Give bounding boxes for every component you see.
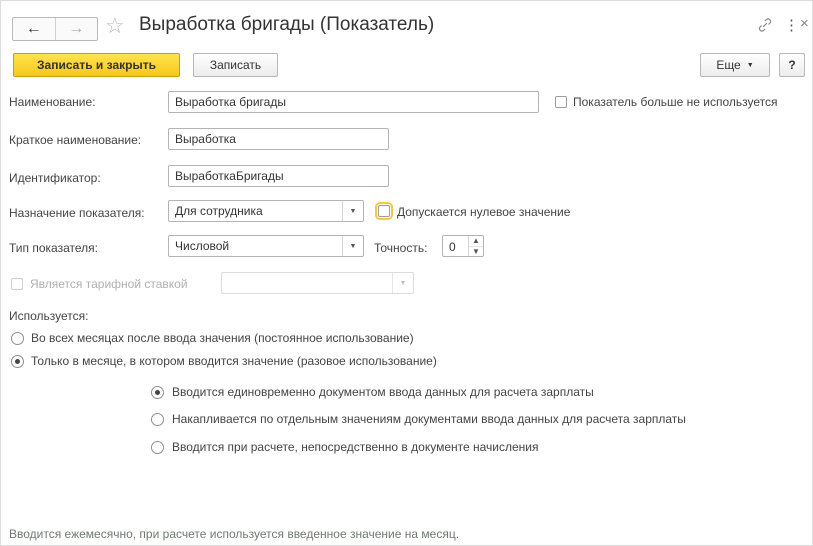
forward-button[interactable]: → (54, 18, 98, 40)
usage-heading: Используется: (9, 309, 89, 323)
radio-sub-accumulated[interactable] (151, 413, 164, 426)
favorite-star-icon[interactable]: ☆ (105, 13, 125, 39)
precision-value: 0 (449, 240, 456, 254)
close-icon[interactable]: × (800, 15, 809, 32)
precision-stepper[interactable]: 0 ▲ ▼ (442, 235, 484, 257)
footnote-text: Вводится ежемесячно, при расчете использ… (9, 527, 460, 541)
page-title: Выработка бригады (Показатель) (139, 14, 435, 35)
radio-one-month[interactable] (11, 355, 24, 368)
purpose-label: Назначение показателя: (9, 206, 145, 220)
identifier-input[interactable]: ВыработкаБригады (168, 165, 389, 187)
purpose-value: Для сотрудника (175, 204, 263, 218)
radio-all-months[interactable] (11, 332, 24, 345)
radio-all-months-label: Во всех месяцах после ввода значения (по… (31, 331, 414, 345)
chevron-down-icon[interactable]: ▼ (342, 201, 363, 221)
tariff-checkbox[interactable] (11, 278, 23, 290)
radio-one-month-label: Только в месяце, в котором вводится знач… (31, 354, 437, 368)
type-value: Числовой (175, 239, 230, 253)
short-name-input[interactable]: Выработка (168, 128, 389, 150)
stepper-buttons: ▲ ▼ (468, 236, 483, 256)
save-and-close-label: Записать и закрыть (37, 58, 156, 72)
short-name-label: Краткое наименование: (9, 133, 142, 147)
tariff-select[interactable]: ▼ (221, 272, 414, 294)
help-button[interactable]: ? (779, 53, 805, 77)
type-label: Тип показателя: (9, 241, 98, 255)
radio-sub-calc[interactable] (151, 441, 164, 454)
precision-label: Точность: (374, 241, 428, 255)
arrow-right-icon: → (68, 20, 85, 37)
radio-sub-once[interactable] (151, 386, 164, 399)
name-label: Наименование: (9, 95, 96, 109)
type-select[interactable]: Числовой ▼ (168, 235, 364, 257)
unused-checkbox[interactable] (555, 96, 567, 108)
radio-sub-calc-label: Вводится при расчете, непосредственно в … (172, 440, 539, 454)
chevron-down-icon: ▼ (746, 61, 754, 69)
name-input[interactable]: Выработка бригады (168, 91, 539, 113)
identifier-label: Идентификатор: (9, 171, 101, 185)
link-icon[interactable] (757, 17, 773, 36)
stepper-down-icon[interactable]: ▼ (469, 246, 483, 257)
more-actions-button[interactable]: Еще ▼ (700, 53, 770, 77)
save-button[interactable]: Записать (193, 53, 278, 77)
zero-allowed-checkbox[interactable] (375, 202, 393, 220)
stepper-up-icon[interactable]: ▲ (469, 236, 483, 246)
chevron-down-icon[interactable]: ▼ (392, 273, 413, 293)
arrow-left-icon: ← (25, 20, 42, 37)
name-value: Выработка бригады (175, 95, 286, 109)
zero-allowed-label: Допускается нулевое значение (397, 205, 571, 219)
back-button[interactable]: ← (13, 18, 55, 40)
unused-label: Показатель больше не используется (573, 95, 778, 109)
save-and-close-button[interactable]: Записать и закрыть (13, 53, 180, 77)
help-label: ? (788, 58, 796, 72)
purpose-select[interactable]: Для сотрудника ▼ (168, 200, 364, 222)
identifier-value: ВыработкаБригады (175, 169, 284, 183)
more-label: Еще (716, 58, 741, 72)
chevron-down-icon[interactable]: ▼ (342, 236, 363, 256)
short-name-value: Выработка (175, 132, 236, 146)
save-label: Записать (209, 58, 262, 72)
more-vertical-icon[interactable]: ⋮ (784, 16, 799, 34)
radio-sub-once-label: Вводится единовременно документом ввода … (172, 385, 594, 399)
tariff-label: Является тарифной ставкой (30, 277, 188, 291)
radio-sub-accumulated-label: Накапливается по отдельным значениям док… (172, 412, 686, 426)
navigation-buttons: ← → (12, 17, 98, 41)
